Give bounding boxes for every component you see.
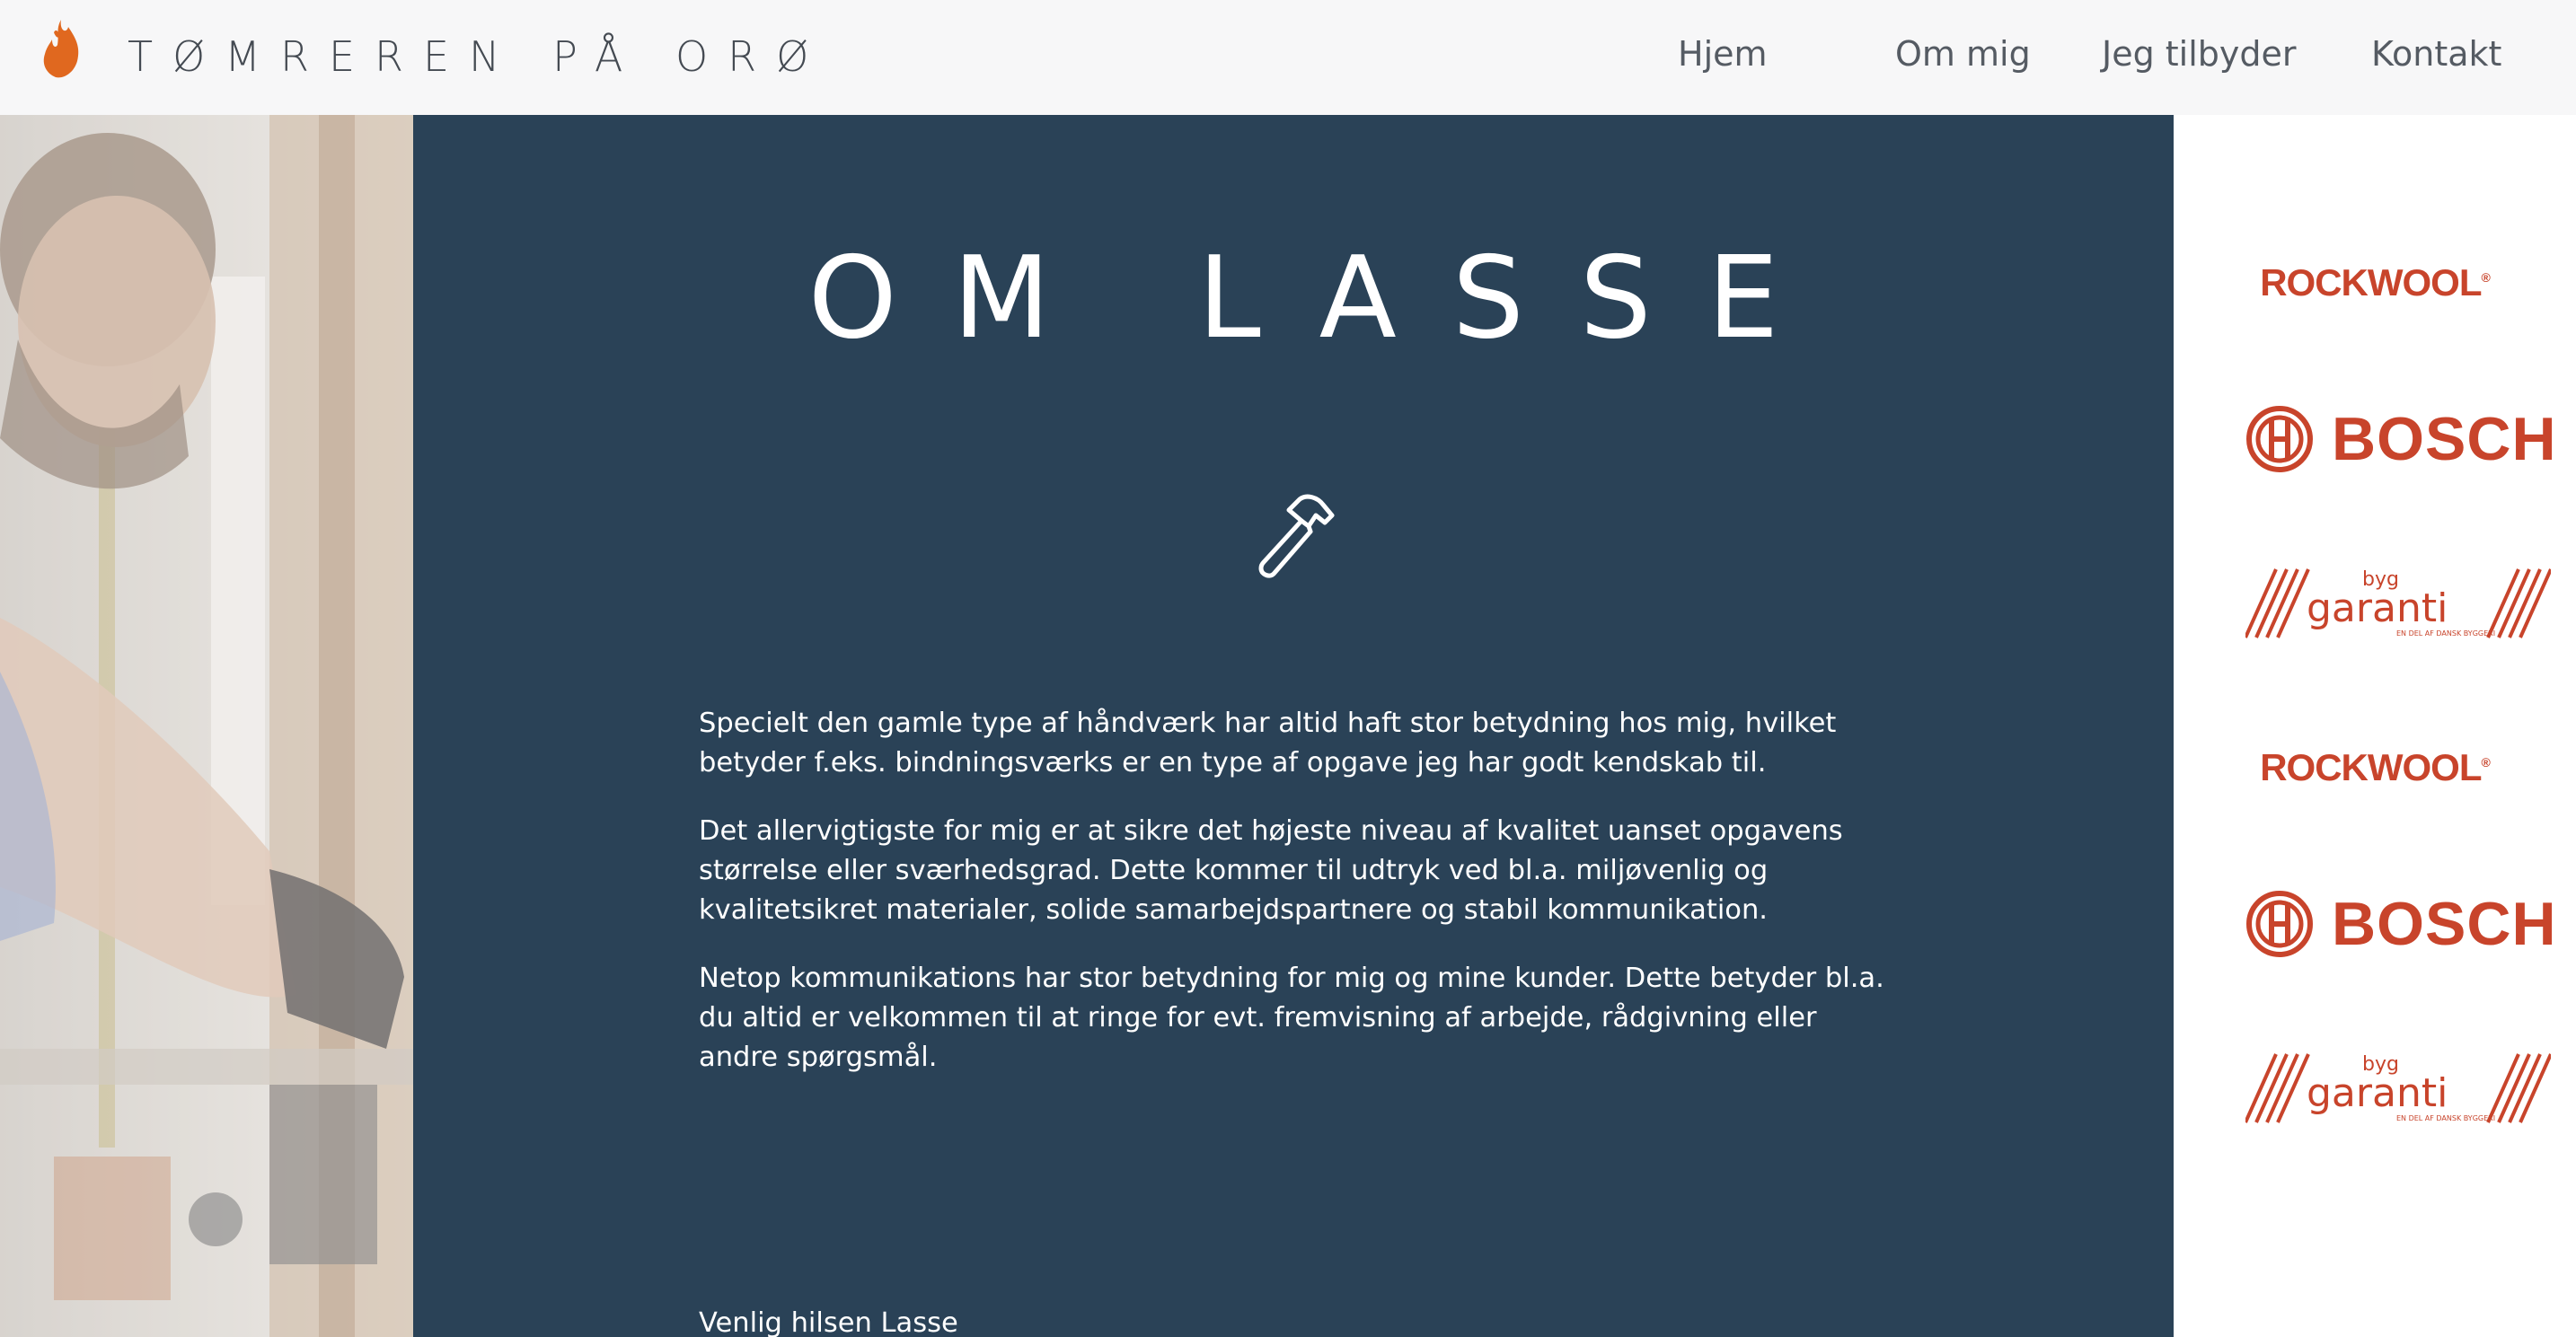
- hammer-icon: [1258, 494, 1335, 578]
- bosch-logo[interactable]: BOSCH: [2174, 889, 2576, 959]
- byggaranti-main: garanti: [2307, 1070, 2448, 1116]
- nav-hjem[interactable]: Hjem: [1678, 34, 1768, 74]
- nav-jeg-tilbyder[interactable]: Jeg tilbyder: [2102, 34, 2297, 74]
- rockwool-name: ROCKWOOL: [2260, 746, 2482, 788]
- about-paragraph: Det allervigtigste for mig er at sikre d…: [699, 815, 1843, 926]
- byggaranti-tagline: EN DEL AF DANSK BYGGERI: [2396, 1114, 2495, 1122]
- bosch-name: BOSCH: [2332, 405, 2557, 473]
- bosch-name: BOSCH: [2332, 890, 2557, 958]
- partner-logos: ROCKWOOL® BOSCH byg garanti EN DEL AF DA…: [2174, 115, 2576, 1337]
- flame-icon[interactable]: [36, 14, 86, 86]
- carpenter-photo: [0, 115, 413, 1337]
- site-title[interactable]: TØMREREN PÅ ORØ: [128, 32, 828, 81]
- about-section: OM LASSE Specielt den gamle type af hånd…: [413, 115, 2174, 1337]
- bosch-logo[interactable]: BOSCH: [2174, 404, 2576, 474]
- rockwool-logo[interactable]: ROCKWOOL®: [2174, 261, 2576, 304]
- byggaranti-main: garanti: [2307, 585, 2448, 631]
- byggaranti-logo[interactable]: byg garanti EN DEL AF DANSK BYGGERI: [2174, 1049, 2576, 1130]
- about-paragraph: Specielt den gamle type af håndværk har …: [699, 708, 1837, 778]
- bosch-armature-icon: [2246, 891, 2313, 957]
- about-paragraph: Netop kommunikations har stor betydning …: [699, 963, 1884, 1073]
- about-text: Specielt den gamle type af håndværk har …: [699, 704, 1893, 1106]
- rockwool-logo[interactable]: ROCKWOOL®: [2174, 746, 2576, 789]
- site-header: TØMREREN PÅ ORØ Hjem Om mig Jeg tilbyder…: [0, 0, 2576, 115]
- nav-kontakt[interactable]: Kontakt: [2371, 34, 2501, 74]
- byggaranti-mark: byg garanti EN DEL AF DANSK BYGGERI: [2245, 1053, 2551, 1123]
- byggaranti-tagline: EN DEL AF DANSK BYGGERI: [2396, 629, 2495, 638]
- rockwool-name: ROCKWOOL: [2260, 261, 2482, 303]
- main-nav: Hjem Om mig Jeg tilbyder Kontakt: [1678, 0, 2576, 115]
- signature: Venlig hilsen Lasse: [699, 1307, 958, 1337]
- byggaranti-mark: byg garanti EN DEL AF DANSK BYGGERI: [2245, 568, 2551, 638]
- page-title: OM LASSE: [807, 232, 1835, 364]
- byggaranti-logo[interactable]: byg garanti EN DEL AF DANSK BYGGERI: [2174, 564, 2576, 645]
- bosch-armature-icon: [2246, 406, 2313, 472]
- nav-om-mig[interactable]: Om mig: [1895, 34, 2031, 74]
